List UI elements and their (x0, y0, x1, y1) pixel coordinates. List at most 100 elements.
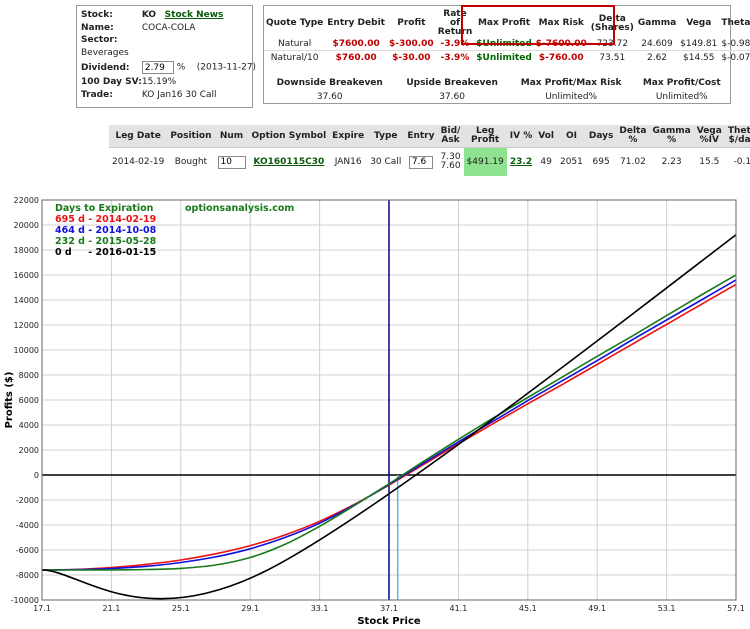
qh-rate-of-return: Rate of Return (437, 9, 473, 37)
leg-days: 695 (592, 157, 610, 167)
lh-bid-ask: Bid/ Ask (437, 125, 464, 148)
leg-ask: 7.60 (440, 161, 461, 171)
quote-cell: Natural (278, 38, 312, 49)
be-header: Upside Breakeven (406, 78, 498, 88)
leg-expire: JAN16 (334, 157, 362, 167)
quote-cell: -3.9% (440, 38, 470, 49)
sv-value: 15.19% (141, 77, 177, 88)
lh-days: Days (585, 125, 617, 148)
x-tick-label: 21.1 (102, 604, 120, 613)
dividend-input[interactable] (141, 61, 174, 74)
dividend-label: Dividend: (81, 62, 130, 73)
lh-gamma: Gamma % (649, 125, 694, 148)
be-header: Downside Breakeven (276, 78, 383, 88)
dividend-date: (2013-11-27) (196, 62, 257, 73)
stock-info-panel: Stock: KO Stock News Name: COCA-COLA Sec… (76, 5, 257, 108)
y-tick-label: 16000 (14, 271, 39, 280)
stock-label: Stock: (81, 10, 113, 21)
sector-label: Sector: (81, 35, 118, 46)
be-value: Unlimited% (545, 92, 598, 102)
iv-link[interactable]: 23.2 (510, 157, 532, 167)
lh-type: Type (367, 125, 405, 148)
lh-oi: OI (556, 125, 586, 148)
lh-num: Num (214, 125, 249, 148)
quote-cell: $Unlimited (476, 38, 532, 49)
leg-gamma: 2.23 (661, 157, 682, 167)
leg-delta: 71.02 (620, 157, 646, 167)
x-tick-label: 49.1 (588, 604, 606, 613)
y-tick-label: -8000 (16, 571, 39, 580)
sv-label: 100 Day SV: (81, 77, 142, 88)
quote-cell: 73.51 (588, 50, 636, 64)
be-header: Max Profit/Cost (642, 78, 721, 88)
y-tick-label: 20000 (14, 221, 39, 230)
quote-cell: $-0.07 (719, 50, 750, 64)
be-value: 37.60 (316, 92, 343, 102)
quote-cell: $14.55 (678, 50, 720, 64)
leg-row: 2014-02-19 Bought KO160115C30 JAN16 30 C… (109, 147, 750, 176)
be-header: Max Profit/Max Risk (520, 78, 622, 88)
quote-cell: $-7600.00 (535, 38, 587, 49)
be-value: 37.60 (439, 92, 465, 102)
lh-leg-date: Leg Date (109, 125, 168, 148)
qh-max-profit: Max Profit (477, 18, 531, 28)
leg-theta: -0.1 (733, 157, 750, 167)
quote-cell: $7600.00 (332, 38, 380, 49)
qh-theta: Theta (721, 18, 750, 28)
y-tick-label: 10000 (14, 346, 39, 355)
breakeven-table: Downside Breakeven Upside Breakeven Max … (264, 76, 730, 104)
leg-table: Leg Date Position Num Option Symbol Expi… (109, 125, 750, 176)
leg-position: Bought (174, 157, 208, 167)
leg-vol: 49 (540, 157, 552, 167)
legend-entry-232d: 232 d - 2015-05-28 (55, 236, 157, 247)
be-value: Unlimited% (655, 92, 708, 102)
y-tick-label: 14000 (14, 296, 39, 305)
lh-expire: Expire (329, 125, 368, 148)
quote-cell: 723.72 (596, 38, 629, 49)
stock-symbol: KO (141, 10, 157, 21)
leg-date: 2014-02-19 (112, 157, 165, 167)
y-tick-label: 12000 (14, 321, 39, 330)
quote-cell: $760.00 (325, 50, 387, 64)
qh-delta: Delta (Shares) (590, 13, 634, 33)
quote-table: Quote Type Entry Debit Profit Rate of Re… (264, 6, 750, 64)
watermark: optionsanalysis.com (185, 203, 294, 214)
x-tick-label: 53.1 (658, 604, 676, 613)
y-tick-label: 18000 (14, 246, 39, 255)
x-tick-label: 41.1 (449, 604, 467, 613)
stock-news-link[interactable]: Stock News (165, 10, 224, 20)
entry-input[interactable] (408, 155, 433, 169)
leg-oi: 2051 (559, 157, 583, 167)
quote-cell: 24.609 (641, 38, 673, 49)
quote-cell: $Unlimited (474, 50, 534, 64)
option-symbol-link[interactable]: KO160115C30 (253, 157, 324, 167)
x-tick-label: 29.1 (241, 604, 259, 613)
x-tick-label: 45.1 (519, 604, 537, 613)
legend-entry-0d: 0 d - 2016-01-15 (55, 247, 156, 258)
y-tick-label: 22000 (14, 196, 39, 205)
y-tick-label: 2000 (19, 446, 39, 455)
y-tick-label: 6000 (19, 396, 39, 405)
legend-title: Days to Expiration (55, 203, 154, 214)
quote-cell: $-760.00 (533, 50, 589, 64)
lh-vol: Vol (535, 125, 557, 148)
y-axis-label: Profits ($) (4, 372, 15, 429)
qh-profit: Profit (397, 18, 426, 28)
num-input[interactable] (217, 155, 246, 169)
x-axis-label: Stock Price (357, 616, 421, 627)
quote-cell: $149.81 (680, 38, 718, 49)
legend-entry-464d: 464 d - 2014-10-08 (55, 225, 157, 236)
lh-position: Position (167, 125, 215, 148)
lh-leg-profit: Leg Profit (463, 125, 507, 148)
trade-label: Trade: (81, 89, 113, 100)
x-tick-label: 33.1 (311, 604, 329, 613)
lh-delta: Delta % (616, 125, 650, 148)
qh-vega: Vega (686, 18, 712, 28)
x-tick-label: 25.1 (172, 604, 190, 613)
y-tick-label: -6000 (16, 546, 39, 555)
name-label: Name: (81, 22, 114, 33)
y-tick-label: 8000 (19, 371, 39, 380)
x-tick-labels: 17.1 21.1 25.1 29.1 33.1 37.1 41.1 45.1 49.1 53.1… (33, 604, 745, 613)
quote-cell: Natural/10 (264, 50, 326, 64)
qh-gamma: Gamma (637, 18, 677, 28)
